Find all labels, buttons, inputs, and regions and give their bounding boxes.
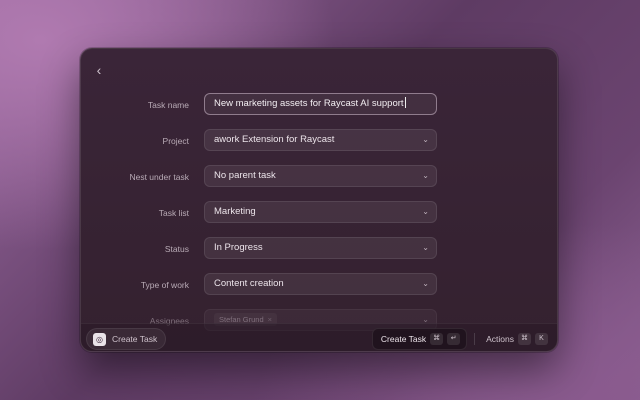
nest-under-task-label: Nest under task bbox=[129, 172, 189, 182]
command-key-icon: ⌘ bbox=[518, 333, 531, 345]
chevron-down-icon: ⌄ bbox=[422, 243, 429, 252]
create-task-window: ‹ Task name New marketing assets for Ray… bbox=[80, 48, 558, 352]
row-status: Status In Progress ⌄ bbox=[81, 237, 557, 261]
command-title-label: Create Task bbox=[112, 334, 158, 344]
actions-button-label: Actions bbox=[486, 334, 514, 344]
task-name-input[interactable]: New marketing assets for Raycast AI supp… bbox=[204, 93, 437, 115]
task-list-value: Marketing bbox=[214, 206, 256, 217]
create-task-button[interactable]: Create Task ⌘ ↵ bbox=[371, 328, 468, 350]
k-key-icon: K bbox=[535, 333, 548, 345]
project-value: awork Extension for Raycast bbox=[214, 134, 335, 145]
project-label: Project bbox=[162, 136, 189, 146]
row-project: Project awork Extension for Raycast ⌄ bbox=[81, 129, 557, 153]
row-task-name: Task name New marketing assets for Rayca… bbox=[81, 93, 557, 117]
nest-under-task-value: No parent task bbox=[214, 170, 276, 181]
divider bbox=[474, 333, 476, 345]
action-bar: ◎ Create Task Create Task ⌘ ↵ Actions ⌘ … bbox=[81, 323, 557, 351]
actions-button[interactable]: Actions ⌘ K bbox=[482, 328, 552, 350]
row-nest-under-task: Nest under task No parent task ⌄ bbox=[81, 165, 557, 189]
project-dropdown[interactable]: awork Extension for Raycast ⌄ bbox=[204, 129, 437, 151]
chevron-down-icon: ⌄ bbox=[422, 171, 429, 180]
command-title: ◎ Create Task bbox=[86, 328, 167, 350]
awork-app-icon: ◎ bbox=[93, 332, 106, 346]
task-name-label: Task name bbox=[147, 100, 189, 110]
command-key-icon: ⌘ bbox=[430, 333, 444, 345]
chevron-down-icon: ⌄ bbox=[422, 135, 429, 144]
row-type-of-work: Type of work Content creation ⌄ bbox=[81, 273, 557, 297]
task-name-value: New marketing assets for Raycast AI supp… bbox=[214, 98, 404, 109]
task-list-dropdown[interactable]: Marketing ⌄ bbox=[204, 201, 437, 223]
chevron-down-icon: ⌄ bbox=[422, 279, 429, 288]
create-task-button-label: Create Task bbox=[380, 334, 427, 344]
return-key-icon: ↵ bbox=[447, 333, 461, 345]
chevron-down-icon: ⌄ bbox=[422, 207, 429, 216]
task-list-label: Task list bbox=[158, 208, 189, 218]
type-of-work-dropdown[interactable]: Content creation ⌄ bbox=[204, 273, 437, 295]
type-of-work-value: Content creation bbox=[214, 278, 284, 289]
nest-under-task-dropdown[interactable]: No parent task ⌄ bbox=[204, 165, 437, 187]
status-dropdown[interactable]: In Progress ⌄ bbox=[204, 237, 437, 259]
status-label: Status bbox=[164, 244, 189, 254]
status-value: In Progress bbox=[214, 242, 263, 253]
footer-actions: Create Task ⌘ ↵ Actions ⌘ K bbox=[371, 328, 552, 350]
row-task-list: Task list Marketing ⌄ bbox=[81, 201, 557, 225]
type-of-work-label: Type of work bbox=[140, 280, 189, 290]
text-caret bbox=[404, 97, 406, 108]
back-chevron-icon[interactable]: ‹ bbox=[91, 62, 107, 78]
